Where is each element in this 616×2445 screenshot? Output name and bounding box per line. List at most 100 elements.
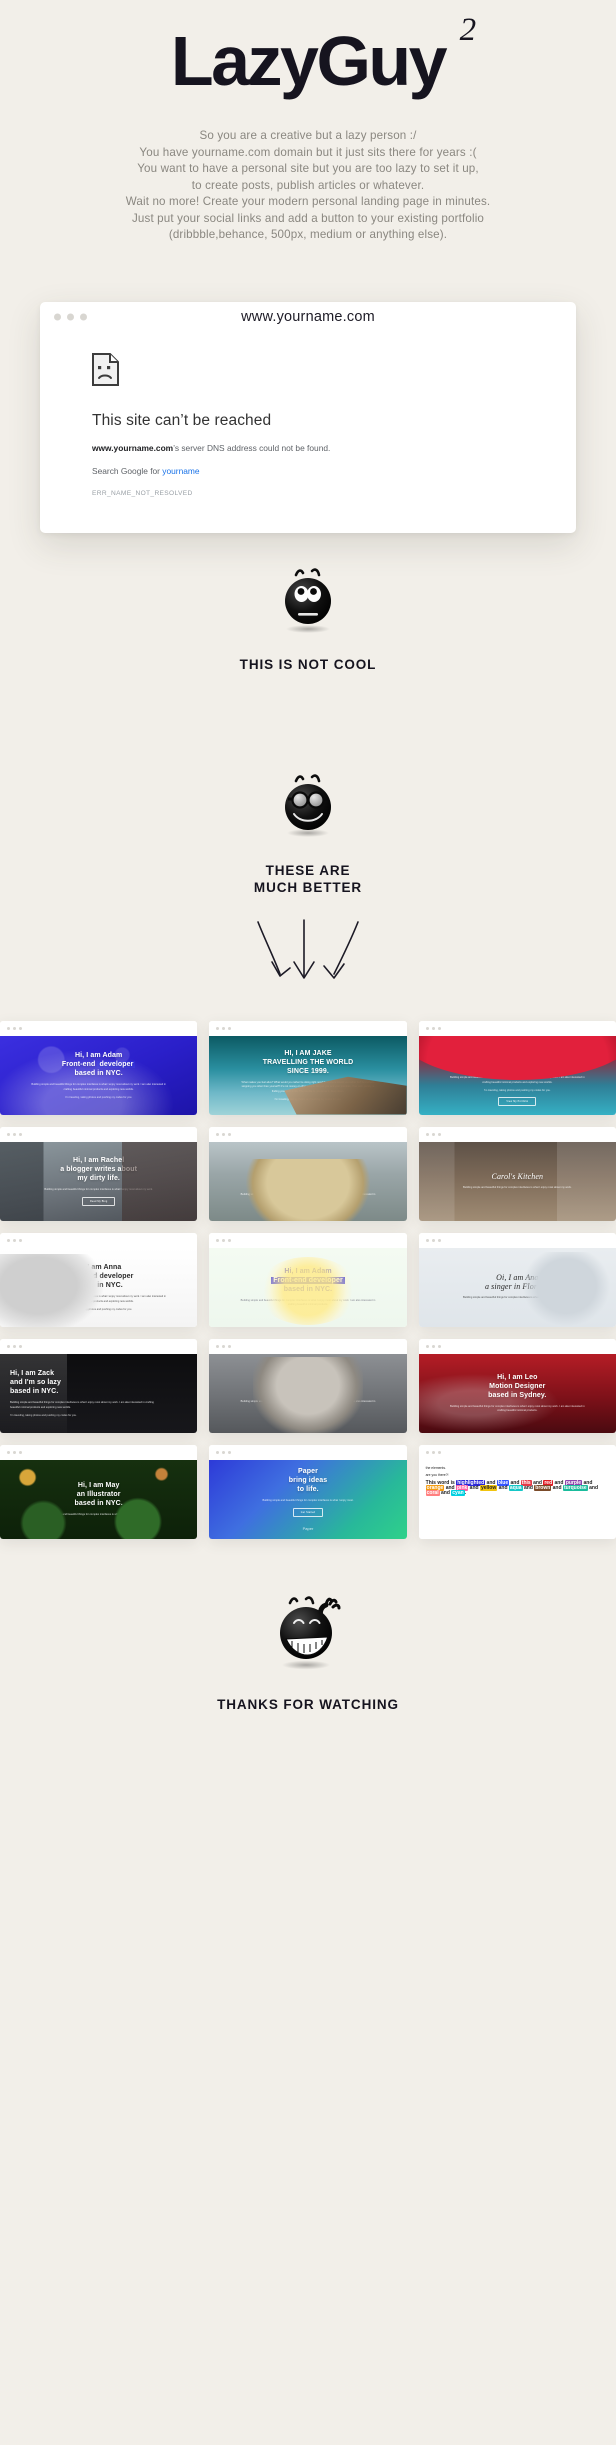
card-heading-line: Hi, I am a: [501, 1045, 534, 1053]
card-heading: Hi, I am a UX Designer who lives in Port…: [485, 1044, 549, 1071]
template-card[interactable]: Hi, I am Adam Front-end developer based …: [209, 1232, 407, 1327]
dot-icon: [425, 1132, 429, 1136]
card-body-text: Building simple and beautiful things for…: [240, 1192, 376, 1200]
template-card[interactable]: Carol's Kitchen Building simple and beau…: [418, 1126, 616, 1221]
card-heading-line: my dirty life.: [77, 1174, 120, 1182]
card-heading-line: a blogger writes about: [60, 1165, 138, 1173]
dot-icon: [19, 1450, 22, 1454]
card-body-text: This word is highlighted and blue and th…: [425, 1479, 598, 1496]
dot-icon: [222, 1450, 226, 1454]
card-body-text: Building simple and beautiful things for…: [31, 1295, 166, 1303]
template-card[interactable]: Hi, I am Zack and I'm so lazy based in N…: [0, 1338, 198, 1433]
card-subtext: I'm traveling, taking photos and pushing…: [65, 1307, 133, 1311]
dot-icon: [7, 1344, 10, 1348]
card-titlebar: [0, 1338, 198, 1354]
dot-icon: [7, 1026, 10, 1030]
intro-line-3: You want to have a personal site but you…: [137, 162, 479, 175]
dot-icon: [431, 1132, 435, 1136]
card-heading-line: Hi, I am May: [77, 1481, 120, 1489]
dot-icon: [425, 1026, 429, 1030]
dot-icon: [425, 1344, 429, 1348]
card-titlebar: [209, 1338, 407, 1354]
template-card[interactable]: HI, I AM JAKE TRAVELLING THE WORLD SINCE…: [209, 1020, 407, 1115]
much-better-line-1: THESE ARE: [265, 862, 351, 878]
card-heading: Hi, I am Rachel a blogger writes about m…: [60, 1156, 137, 1183]
card-heading-line: Hi, I am Joe: [287, 1378, 329, 1386]
template-card[interactable]: Hi, I am Anna Front-end developer based …: [0, 1232, 198, 1327]
minimize-icon[interactable]: [67, 313, 74, 321]
card-heading-line: Front-end developer: [61, 1061, 136, 1069]
card-titlebar: [0, 1232, 198, 1248]
dot-icon: [222, 1026, 226, 1030]
template-card[interactable]: Hi, I am May an Illustrator based in NYC…: [0, 1444, 198, 1539]
dot-icon: [431, 1026, 435, 1030]
card-titlebar: [0, 1020, 198, 1036]
card-content: Hi, I am Lara I am a fashion blogger fro…: [209, 1142, 406, 1221]
mascot-sad-icon: [276, 561, 340, 644]
template-card[interactable]: Hi, I am Lara I am a fashion blogger fro…: [209, 1126, 407, 1221]
template-card[interactable]: Oi, I am Ana a singer in Florida. Buildi…: [418, 1232, 616, 1327]
template-card[interactable]: Hi, I am Joe a photographer Building sim…: [209, 1338, 407, 1433]
error-title: This site can’t be reached: [92, 411, 272, 429]
browser-mockup: www.yourname.com This site can’t be reac…: [40, 301, 576, 533]
card-cta-button[interactable]: Get Started: [292, 1508, 324, 1518]
dot-icon: [222, 1238, 226, 1242]
search-google-link[interactable]: yourname: [162, 466, 199, 476]
card-heading-line: Hi, I am Adam: [74, 1052, 123, 1060]
template-card[interactable]: Hi, I am Adam Front-end developer based …: [0, 1020, 198, 1115]
card-body-text: Building simple and beautiful things for…: [44, 1187, 153, 1191]
card-heading: Hi, I am Joe a photographer: [282, 1377, 335, 1395]
arrow-doodle: [0, 918, 616, 999]
card-preview: Hi, I am Lara I am a fashion blogger fro…: [209, 1141, 407, 1221]
card-heading-line: based in NYC.: [74, 1282, 123, 1290]
template-card[interactable]: Paper bring ideas to life. Building simp…: [209, 1444, 407, 1539]
hero-section: LazyGuy 2 So you are a creative but a laz…: [0, 0, 616, 244]
card-footer-brand: Paper: [302, 1526, 314, 1532]
card-heading-line: Front-end developer: [271, 1276, 345, 1284]
card-content: Hi, I am Rachel a blogger writes about m…: [0, 1142, 197, 1221]
dot-icon: [228, 1450, 232, 1454]
template-card[interactable]: the elements. are you there?! This word …: [418, 1444, 616, 1539]
card-heading-line: based in NYC.: [283, 1285, 333, 1293]
dot-icon: [19, 1132, 22, 1136]
card-heading-line: based in NYC.: [74, 1070, 123, 1078]
card-cta-button[interactable]: View My Portfolio: [498, 1096, 537, 1106]
error-description: www.yourname.com’s server DNS address co…: [92, 443, 524, 453]
card-heading-line: the elements.: [425, 1465, 447, 1470]
card-heading: Hi, I am May an Illustrator based in NYC…: [74, 1481, 122, 1508]
dot-icon: [7, 1450, 10, 1454]
close-icon[interactable]: [54, 313, 61, 321]
card-preview: Hi, I am Leo Motion Designer based in Sy…: [418, 1353, 616, 1433]
logo: LazyGuy 2: [170, 14, 476, 100]
maximize-icon[interactable]: [80, 313, 87, 321]
template-card[interactable]: Hi, I am Rachel a blogger writes about m…: [0, 1126, 198, 1221]
card-heading-line: based in Sydney.: [488, 1391, 547, 1399]
dot-icon: [19, 1026, 22, 1030]
card-preview: HI, I AM JAKE TRAVELLING THE WORLD SINCE…: [209, 1035, 407, 1115]
not-cool-section: THIS IS NOT COOL: [0, 561, 616, 673]
card-heading-line: Front-end developer: [63, 1273, 134, 1281]
card-heading-line: bring ideas: [288, 1476, 328, 1484]
dot-icon: [228, 1026, 232, 1030]
dot-icon: [216, 1132, 220, 1136]
dot-icon: [431, 1344, 435, 1348]
landing-page: LazyGuy 2 So you are a creative but a laz…: [0, 0, 616, 2445]
card-heading: Carol's Kitchen: [491, 1171, 544, 1181]
card-heading-line: I am a fashion blogger: [269, 1170, 347, 1178]
card-titlebar: [418, 1444, 616, 1460]
much-better-section: THESE ARE MUCH BETTER: [0, 769, 616, 896]
card-titlebar: [209, 1444, 407, 1460]
card-heading: HI, I AM JAKE TRAVELLING THE WORLD SINCE…: [263, 1049, 354, 1076]
template-card[interactable]: Hi, I am Leo Motion Designer based in Sy…: [418, 1338, 616, 1433]
logo-text: LazyGuy: [170, 22, 448, 100]
card-body-text: What makes you feel alive? What would yo…: [241, 1081, 375, 1093]
card-titlebar: [418, 1020, 616, 1036]
card-titlebar: [418, 1126, 616, 1142]
address-bar[interactable]: www.yourname.com: [40, 309, 576, 325]
intro-line-6: Just put your social links and add a but…: [131, 211, 485, 225]
template-card[interactable]: Hi, I am a UX Designer who lives in Port…: [418, 1020, 616, 1115]
card-heading: Hi, I am Lara I am a fashion blogger fro…: [270, 1161, 347, 1188]
card-heading-line: TRAVELLING THE WORLD: [262, 1059, 354, 1067]
card-cta-button[interactable]: Read My Blog: [81, 1197, 116, 1207]
window-controls: [54, 313, 87, 321]
